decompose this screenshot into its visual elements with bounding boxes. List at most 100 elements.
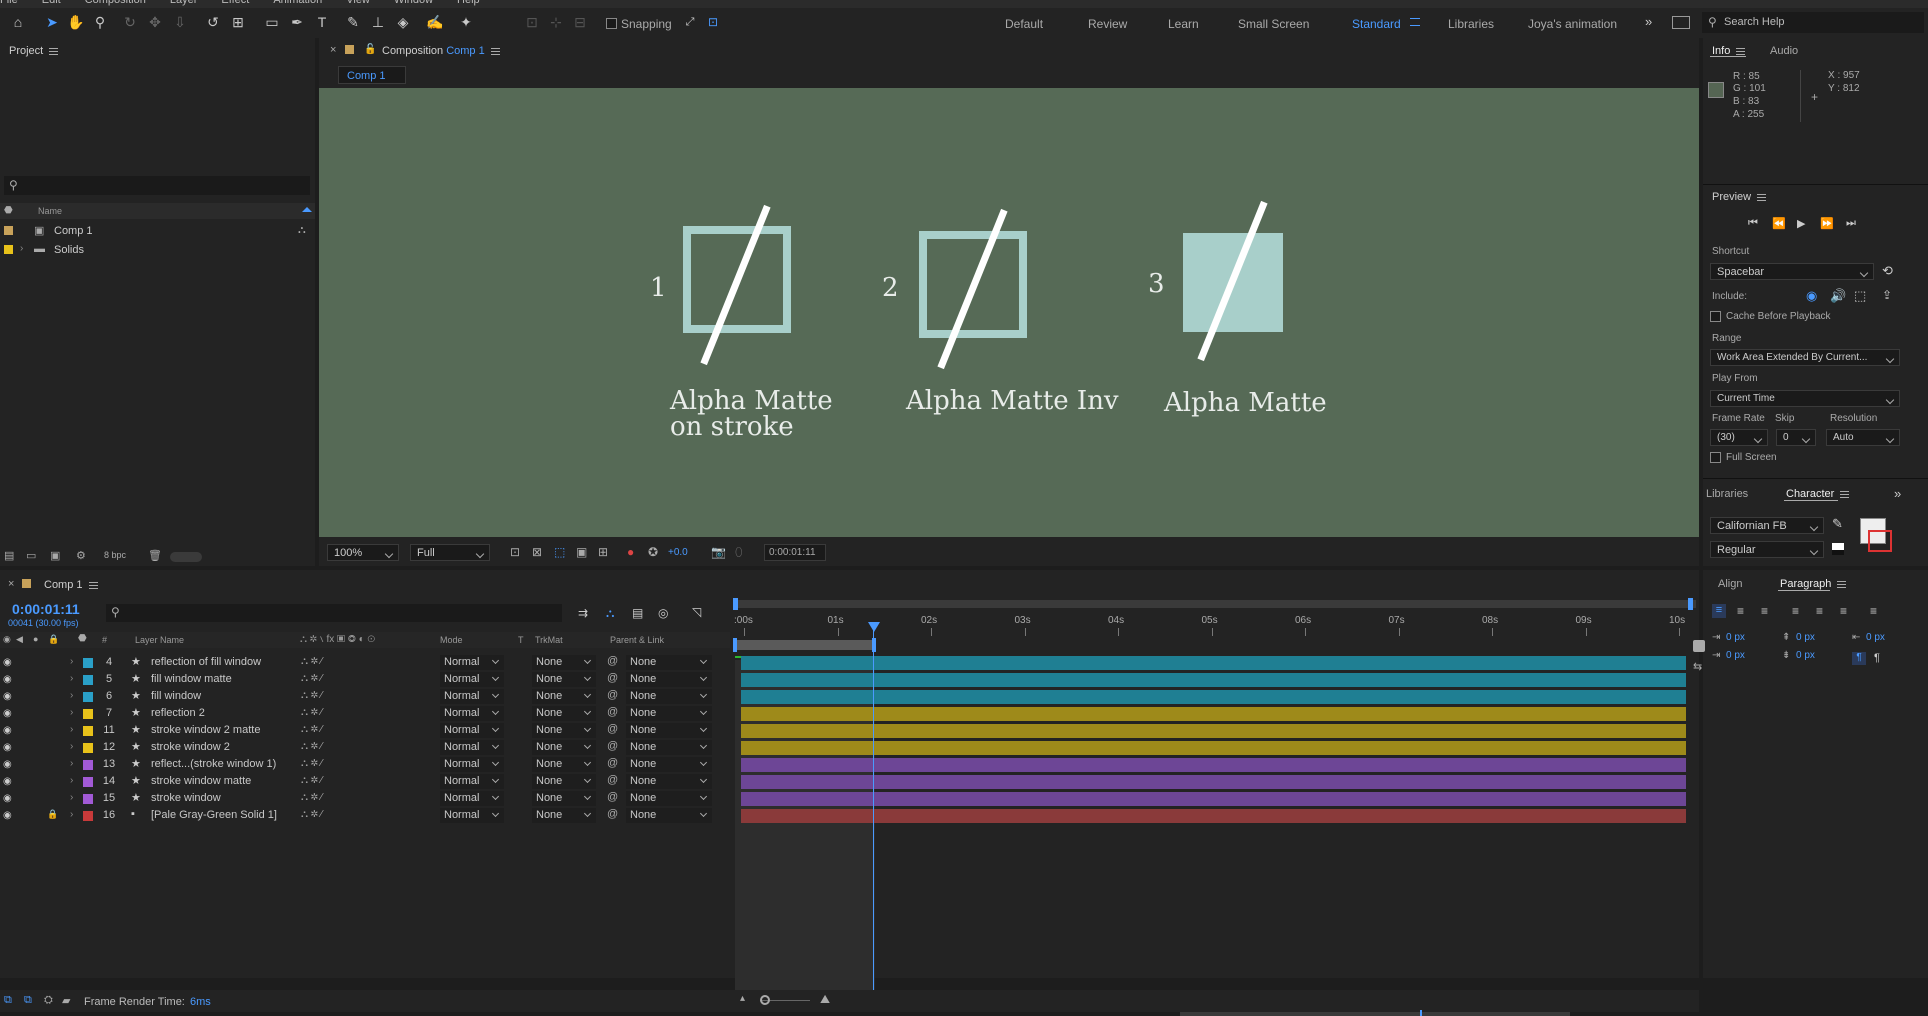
parent-dropdown[interactable]: None xyxy=(626,706,712,721)
comp-marker-bin-icon[interactable] xyxy=(1693,640,1705,652)
eye-icon[interactable]: ◉ xyxy=(3,793,13,804)
export-icon[interactable]: ⇪ xyxy=(1882,288,1892,302)
layer-name[interactable]: reflection of fill window xyxy=(151,656,301,668)
layer-duration-bar[interactable] xyxy=(741,673,1686,687)
parent-dropdown[interactable]: None xyxy=(626,723,712,738)
label-swatch[interactable] xyxy=(83,692,93,702)
trkmat-dropdown[interactable]: None xyxy=(532,808,596,823)
parent-dropdown[interactable]: None xyxy=(626,672,712,687)
include-video-icon[interactable]: ◉ xyxy=(1806,288,1817,304)
indent-left-value[interactable]: 0 px xyxy=(1726,632,1745,643)
pick-whip-icon[interactable]: @ xyxy=(607,757,618,769)
eyedropper-icon[interactable]: ✎ xyxy=(1832,516,1843,532)
layer-name[interactable]: stroke window xyxy=(151,792,301,804)
layer-switches[interactable]: ⛬ ✲ ⁄ xyxy=(301,724,322,735)
frame-blending-icon[interactable]: ▤ xyxy=(632,606,643,620)
pen-tool-icon[interactable]: ✒ xyxy=(287,13,307,31)
rotation-tool-icon[interactable]: ↺ xyxy=(203,13,223,31)
trash-icon[interactable]: 🗑 xyxy=(148,549,162,562)
eye-icon[interactable]: ◉ xyxy=(3,708,13,719)
axis-world-icon[interactable]: ⊹ xyxy=(546,13,566,31)
justify-all-icon[interactable]: ≡ xyxy=(1870,604,1877,618)
playhead-line[interactable] xyxy=(873,630,874,990)
zoom-tool-icon[interactable]: ⚲ xyxy=(90,13,110,31)
comp-subtab[interactable]: Comp 1 xyxy=(338,66,406,84)
parent-dropdown[interactable]: None xyxy=(626,808,712,823)
layer-row[interactable]: ◉ › 4 ★ reflection of fill window ⛬ ✲ ⁄ … xyxy=(0,654,732,671)
first-line-indent-value[interactable]: 0 px xyxy=(1726,650,1745,661)
space-before-value[interactable]: 0 px xyxy=(1796,632,1815,643)
trkmat-dropdown[interactable]: None xyxy=(532,723,596,738)
navigator-start-handle[interactable] xyxy=(733,598,738,610)
eraser-tool-icon[interactable]: ◈ xyxy=(393,13,413,31)
pick-whip-icon[interactable]: @ xyxy=(607,774,618,786)
layer-duration-bar[interactable] xyxy=(741,724,1686,738)
pick-whip-icon[interactable]: @ xyxy=(607,791,618,803)
label-swatch[interactable] xyxy=(83,811,93,821)
font-family-dropdown[interactable]: Californian FB xyxy=(1710,517,1824,534)
libraries-tab[interactable]: Libraries xyxy=(1706,488,1748,500)
layer-switches[interactable]: ⛬ ✲ ⁄ xyxy=(301,792,322,803)
layer-row[interactable]: ◉ 🔒 › 16 ▪ [Pale Gray-Green Solid 1] ⛬ ✲… xyxy=(0,807,732,824)
align-center-icon[interactable]: ≡ xyxy=(1737,604,1744,618)
interpret-footage-icon[interactable]: ▤ xyxy=(4,549,14,562)
lock-icon[interactable]: 🔓 xyxy=(364,44,376,55)
layer-duration-bar[interactable] xyxy=(741,809,1686,823)
parent-dropdown[interactable]: None xyxy=(626,757,712,772)
eye-icon[interactable]: ◉ xyxy=(3,810,13,821)
range-dropdown[interactable]: Work Area Extended By Current... xyxy=(1710,349,1900,366)
project-search-input[interactable]: ⚲ xyxy=(4,176,310,195)
framerate-dropdown[interactable]: (30) xyxy=(1710,429,1768,446)
layer-name[interactable]: stroke window 2 matte xyxy=(151,724,301,736)
blend-mode-dropdown[interactable]: Normal xyxy=(440,808,504,823)
last-frame-icon[interactable]: ⏭ xyxy=(1846,217,1856,230)
fullscreen-checkbox[interactable] xyxy=(1710,452,1721,463)
axis-local-icon[interactable]: ⊡ xyxy=(522,13,542,31)
workspace-review[interactable]: Review xyxy=(1088,17,1127,31)
layer-duration-bar[interactable] xyxy=(741,792,1686,806)
eye-icon[interactable]: ◉ xyxy=(3,691,13,702)
pan-behind-icon[interactable]: ⊞ xyxy=(228,13,248,31)
panel-menu-icon[interactable] xyxy=(490,47,500,55)
transparency-grid-icon[interactable]: ⊠ xyxy=(532,545,542,559)
comp-viewer[interactable]: 1 Alpha Matte on stroke 2 Alpha Matte In… xyxy=(319,88,1699,537)
expand-arrow-icon[interactable]: › xyxy=(70,809,73,820)
blend-mode-dropdown[interactable]: Normal xyxy=(440,791,504,806)
include-overlays-icon[interactable]: ⬚ xyxy=(1854,288,1866,304)
font-style-dropdown[interactable]: Regular xyxy=(1710,541,1824,558)
snapping-checkbox[interactable] xyxy=(606,18,617,29)
blend-mode-dropdown[interactable]: Normal xyxy=(440,706,504,721)
layer-name[interactable]: [Pale Gray-Green Solid 1] xyxy=(151,809,301,821)
comp-flowchart-icon[interactable]: ⇉ xyxy=(578,606,588,620)
toolbar-layout-icon[interactable] xyxy=(1672,16,1690,29)
menu-layer[interactable]: Layer xyxy=(170,0,198,6)
blend-mode-dropdown[interactable]: Normal xyxy=(440,774,504,789)
pick-whip-icon[interactable]: @ xyxy=(607,655,618,667)
work-area-bar[interactable] xyxy=(735,640,875,650)
layer-duration-bar[interactable] xyxy=(741,707,1686,721)
trkmat-dropdown[interactable]: None xyxy=(532,706,596,721)
expand-arrow-icon[interactable]: › xyxy=(70,741,73,752)
new-comp-icon[interactable]: ▣ xyxy=(50,549,60,562)
blend-mode-dropdown[interactable]: Normal xyxy=(440,655,504,670)
timeline-tab[interactable]: Comp 1 xyxy=(44,579,98,591)
horizontal-scrollbar[interactable] xyxy=(1180,1012,1570,1016)
project-item[interactable]: › ▬ Solids xyxy=(0,241,315,259)
exposure-value[interactable]: +0.0 xyxy=(668,547,688,558)
justify-right-icon[interactable]: ≡ xyxy=(1840,604,1847,618)
graph-editor-icon[interactable]: ◹ xyxy=(692,605,701,619)
paragraph-tab[interactable]: Paragraph xyxy=(1780,578,1847,590)
expand-arrow-icon[interactable]: › xyxy=(70,775,73,786)
menu-effect[interactable]: Effect xyxy=(221,0,249,6)
rectangle-tool-icon[interactable]: ▭ xyxy=(262,13,282,31)
clone-stamp-icon[interactable]: ⊥ xyxy=(368,13,388,31)
next-frame-icon[interactable]: ⏩ xyxy=(1820,217,1834,230)
indent-right-value[interactable]: 0 px xyxy=(1866,632,1885,643)
expand-arrow-icon[interactable]: › xyxy=(70,758,73,769)
expand-arrow-icon[interactable]: › xyxy=(70,724,73,735)
menu-help[interactable]: Help xyxy=(457,0,480,6)
eye-icon[interactable]: ◉ xyxy=(3,759,13,770)
eye-icon[interactable]: ◉ xyxy=(3,742,13,753)
audio-tab[interactable]: Audio xyxy=(1770,45,1798,57)
pick-whip-icon[interactable]: @ xyxy=(607,706,618,718)
